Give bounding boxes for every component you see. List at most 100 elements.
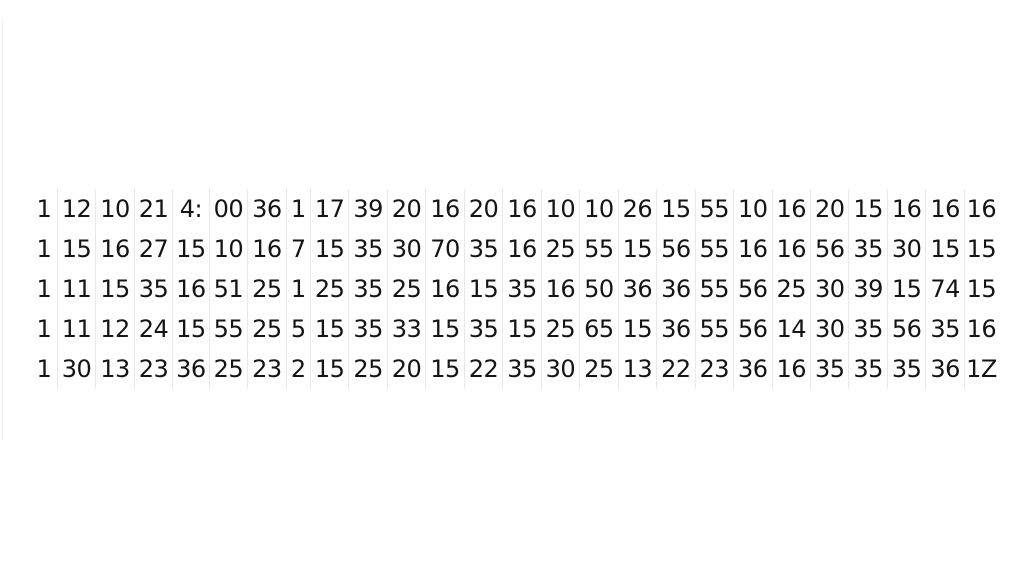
table-cell: 35 <box>348 309 388 349</box>
table-cell: 10 <box>95 189 135 229</box>
table-cell: 27 <box>133 229 173 269</box>
table-cell: 36 <box>617 269 657 309</box>
table-cell: 36 <box>733 349 773 389</box>
table-cell: 15 <box>963 269 998 309</box>
table-cell: 15 <box>617 229 657 269</box>
table-cell: 10 <box>208 229 248 269</box>
table-cell: 15 <box>963 229 998 269</box>
table-cell: 20 <box>463 189 503 229</box>
table-cell: 35 <box>848 349 888 389</box>
table-cell: 30 <box>56 349 96 389</box>
table-cell: 56 <box>733 269 773 309</box>
table-cell: 35 <box>348 229 388 269</box>
table-cell: 30 <box>386 229 426 269</box>
table-cell: 14 <box>771 309 811 349</box>
table-cell: 35 <box>886 349 926 389</box>
table-cell: 15 <box>886 269 926 309</box>
table-cell: 56 <box>733 309 773 349</box>
table-cell: 35 <box>848 229 888 269</box>
table-cell: 16 <box>771 349 811 389</box>
table-cell: 25 <box>309 269 349 309</box>
table-cell: 15 <box>56 229 96 269</box>
table-cell: 5 <box>285 309 311 349</box>
table-cell: 65 <box>579 309 619 349</box>
table-cell: 55 <box>694 189 734 229</box>
table-cell: 16 <box>95 229 135 269</box>
table-cell: 15 <box>925 229 965 269</box>
table-cell: 20 <box>386 349 426 389</box>
table-cell: 11 <box>56 309 96 349</box>
table-cell: 55 <box>694 269 734 309</box>
table-cell: 1 <box>36 315 52 343</box>
table-cell: 15 <box>617 309 657 349</box>
table-cell: 2 <box>285 349 311 389</box>
table-cell: 36 <box>656 269 696 309</box>
table-cell: 35 <box>925 309 965 349</box>
table-row: 1 15 16 27 15 10 16 7 15 35 30 70 35 16 25 55 15 56 55 16 16… <box>31 229 998 269</box>
table-cell: 25 <box>208 349 248 389</box>
table-cell: 74 <box>925 269 965 309</box>
table-cell: 16 <box>425 189 465 229</box>
table-cell: 35 <box>133 269 173 309</box>
table-cell: 55 <box>579 229 619 269</box>
table-cell: 23 <box>694 349 734 389</box>
table-cell: 15 <box>502 309 542 349</box>
table-cell: 50 <box>579 269 619 309</box>
table-cell: 15 <box>425 309 465 349</box>
table-cell: 35 <box>348 269 388 309</box>
table-cell: 36 <box>247 189 287 229</box>
table-cell: 55 <box>208 309 248 349</box>
table-cell: 25 <box>348 349 388 389</box>
table-cell: 25 <box>386 269 426 309</box>
table-cell: 1 <box>36 235 52 263</box>
table-cell: 39 <box>348 189 388 229</box>
table-cell: 25 <box>247 269 287 309</box>
table-cell: 16 <box>540 269 580 309</box>
table-cell: 23 <box>133 349 173 389</box>
table-cell: 25 <box>540 309 580 349</box>
table-cell: 16 <box>502 229 542 269</box>
table-cell: 26 <box>617 189 657 229</box>
table-cell: 36 <box>172 349 210 389</box>
table-cell: 12 <box>95 309 135 349</box>
table-cell: 20 <box>386 189 426 229</box>
table-cell: 16 <box>502 189 542 229</box>
table-cell: 70 <box>425 229 465 269</box>
table-cell: 35 <box>502 269 542 309</box>
table-cell: 16 <box>172 269 210 309</box>
table-cell: 1 <box>36 195 52 223</box>
table-cell: 16 <box>247 229 287 269</box>
table-cell: 4: <box>172 189 210 229</box>
table-cell: 55 <box>694 309 734 349</box>
number-table: 1 12 10 21 4: 00 36 1 17 39 20 16 20 16 10 10 26 15 55 10 16… <box>31 189 998 389</box>
table-cell: 12 <box>56 189 96 229</box>
table-cell: 10 <box>733 189 773 229</box>
table-cell: 00 <box>208 189 248 229</box>
table-cell: 35 <box>463 229 503 269</box>
table-cell: 16 <box>733 229 773 269</box>
table-row: 1 11 12 24 15 55 25 5 15 35 33 15 35 15 25 65 15 36 55 56 14… <box>31 309 998 349</box>
table-cell: 16 <box>771 189 811 229</box>
table-cell: 39 <box>848 269 888 309</box>
table-cell: 15 <box>172 309 210 349</box>
table-cell: 10 <box>540 189 580 229</box>
table-cell: 30 <box>809 309 849 349</box>
table-cell: 15 <box>656 189 696 229</box>
document-page: 1 12 10 21 4: 00 36 1 17 39 20 16 20 16 10 10 26 15 55 10 16… <box>0 0 1024 585</box>
table-cell: 13 <box>95 349 135 389</box>
table-cell: 10 <box>579 189 619 229</box>
table-cell: 16 <box>963 189 998 229</box>
table-cell: 16 <box>925 189 965 229</box>
table-cell: 15 <box>172 229 210 269</box>
table-cell: 15 <box>309 229 349 269</box>
table-row: 1 30 13 23 36 25 23 2 15 25 20 15 22 35 30 25 13 22 23 36 16… <box>31 349 998 389</box>
table-cell: 15 <box>95 269 135 309</box>
table-row: 1 11 15 35 16 51 25 1 25 35 25 16 15 35 16 50 36 36 55 56 25… <box>31 269 998 309</box>
table-cell: 56 <box>886 309 926 349</box>
table-cell: 15 <box>463 269 503 309</box>
table-cell: 15 <box>848 189 888 229</box>
table-cell: 15 <box>309 309 349 349</box>
table-cell: 35 <box>502 349 542 389</box>
table-cell: 30 <box>540 349 580 389</box>
table-cell: 35 <box>848 309 888 349</box>
